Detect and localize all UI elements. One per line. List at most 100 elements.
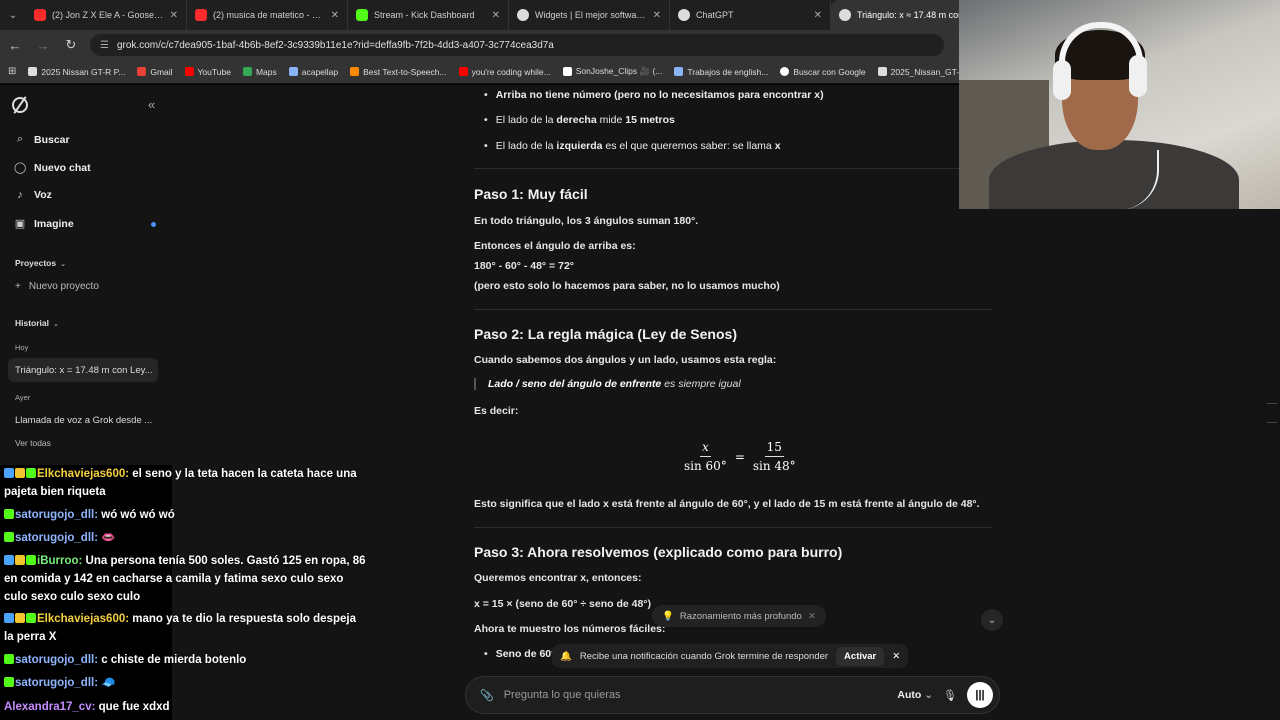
sub-badge-icon (4, 509, 14, 519)
law-of-sines-formula: x sin 60° = 15 sin 48° (684, 440, 796, 473)
new-project-button[interactable]: + Nuevo proyecto (15, 281, 99, 292)
tab-title: (2) Jon Z X Ele A - Goosebumps (52, 10, 164, 20)
bookmark[interactable]: acapellap (288, 67, 338, 77)
close-icon[interactable]: ✕ (653, 10, 661, 21)
tab-title: Stream - Kick Dashboard (374, 10, 475, 20)
grok-sidebar: « ⌕ Buscar ◯ Nuevo chat ♪ Voz ▣ Imagine Proy… (0, 85, 172, 465)
forward-icon[interactable]: → (34, 38, 52, 53)
bookmark[interactable]: you're coding while... (458, 67, 551, 77)
badge-icon (4, 555, 14, 565)
history-item-triangulo[interactable]: Triángulo: x = 17.48 m con Ley... (15, 365, 153, 376)
sub-badge-icon (4, 532, 14, 542)
bookmark[interactable]: YouTube (184, 67, 231, 77)
bookmark[interactable]: Maps (242, 67, 277, 77)
webcam-overlay (959, 0, 1280, 209)
model-mode-select[interactable]: Auto ⌄ (897, 689, 933, 701)
sidebar-item-imagine[interactable]: ▣ Imagine (14, 217, 74, 231)
crown-badge-icon (15, 613, 25, 623)
lightbulb-icon: 💡 (662, 610, 674, 622)
grok-favicon-icon (839, 9, 851, 21)
bookmark[interactable]: Best Text-to-Speech... (350, 67, 447, 77)
step2-text: Cuando sabemos dos ángulos y un lado, us… (474, 354, 777, 366)
close-icon[interactable]: ✕ (892, 651, 900, 662)
bookmark[interactable]: Gmail (137, 67, 173, 77)
chatgpt-favicon-icon (678, 9, 690, 21)
close-icon[interactable]: ✕ (331, 10, 339, 21)
back-icon[interactable]: ← (6, 38, 24, 53)
step1-heading: Paso 1: Muy fácil (474, 186, 588, 202)
chevron-down-icon: ⌄ (924, 689, 934, 701)
sub-badge-icon (4, 677, 14, 687)
history-item-llamada[interactable]: Llamada de voz a Grok desde ... (15, 415, 152, 426)
url-text: grok.com/c/c7dea905-1baf-4b6b-8ef2-3c933… (116, 39, 554, 51)
bookmark[interactable]: Buscar con Google (780, 67, 866, 77)
list-item: El lado de la derecha mide 15 metros (484, 114, 675, 126)
bookmark[interactable]: 2025 Nissan GT-R P... (28, 67, 125, 77)
history-group-today: Hoy (15, 343, 29, 352)
chevron-down-icon: ⌄ (987, 614, 997, 626)
badge-icon (4, 613, 14, 623)
widgets-favicon-icon (517, 9, 529, 21)
fraction-right: 15 sin 48° (752, 440, 796, 473)
prompt-input[interactable]: Pregunta lo que quieras (504, 689, 888, 701)
step2-text: Es decir: (474, 405, 519, 417)
tab-musica[interactable]: (2) musica de matetico - YouTube ✕ (187, 0, 348, 30)
tab-widgets[interactable]: Widgets | El mejor software para ✕ (509, 0, 670, 30)
search-icon: ⌕ (16, 133, 24, 145)
close-icon[interactable]: ✕ (170, 10, 178, 21)
sub-badge-icon (26, 468, 36, 478)
url-input[interactable]: ☰ grok.com/c/c7dea905-1baf-4b6b-8ef2-3c9… (90, 34, 944, 56)
sub-badge-icon (26, 555, 36, 565)
scroll-down-button[interactable]: ⌄ (981, 609, 1003, 631)
bookmark[interactable]: Trabajos de english... (674, 67, 768, 77)
sidebar-item-buscar[interactable]: ⌕ Buscar (14, 133, 70, 146)
tab-search-icon[interactable]: ⌄ (0, 0, 26, 30)
reload-icon[interactable]: ↻ (62, 37, 80, 53)
kick-favicon-icon (356, 9, 368, 21)
fraction-left: x sin 60° (684, 440, 727, 473)
equals-sign: = (734, 449, 745, 464)
attach-icon[interactable]: 📎 (480, 689, 494, 702)
deeper-reasoning-pill[interactable]: 💡 Razonamiento más profundo ✕ (652, 605, 826, 627)
microphone-icon[interactable]: 🎙 (943, 689, 957, 702)
badge-icon (4, 468, 14, 478)
grok-logo-icon[interactable] (12, 97, 28, 113)
stream-chat-overlay: Elkchaviejas600: el seno y la teta hacen… (0, 465, 370, 720)
step3-heading: Paso 3: Ahora resolvemos (explicado como… (474, 544, 843, 560)
voice-icon: ♪ (17, 189, 23, 201)
close-icon[interactable]: ✕ (492, 10, 500, 21)
rule-blockquote: Lado / seno del ángulo de enfrente es si… (474, 378, 741, 390)
sidebar-item-nuevo-chat[interactable]: ◯ Nuevo chat (14, 161, 91, 175)
site-settings-icon[interactable]: ☰ (100, 40, 109, 51)
list-item: Arriba no tiene número (pero no lo neces… (484, 89, 824, 101)
voice-mode-button[interactable]: ||| (967, 682, 993, 708)
apps-grid-icon[interactable]: ⊞ (8, 66, 16, 77)
tab-goosebumps[interactable]: (2) Jon Z X Ele A - Goosebumps ✕ (26, 0, 187, 30)
bookmark[interactable]: SonJoshe_Clips 🎥 (... (562, 66, 662, 77)
divider (474, 168, 992, 169)
projects-section-toggle[interactable]: Proyectos ⌄ (15, 258, 66, 268)
see-all-link[interactable]: Ver todas (15, 438, 51, 448)
tab-title: (2) musica de matetico - YouTube (213, 10, 325, 20)
youtube-favicon-icon (34, 9, 46, 21)
close-icon[interactable]: ✕ (814, 10, 822, 21)
step1-text: Entonces el ángulo de arriba es: (474, 240, 636, 252)
step1-text: 180° - 60° - 48° = 72° (474, 260, 574, 272)
tab-chatgpt[interactable]: ChatGPT ✕ (670, 0, 831, 30)
history-section-toggle[interactable]: Historial ⌄ (15, 318, 59, 328)
chat-icon: ◯ (14, 162, 27, 174)
bell-icon: 🔔 (560, 650, 572, 662)
activate-notifications-button[interactable]: Activar (836, 646, 885, 666)
new-indicator-dot (151, 222, 156, 227)
chat-message: satorugojo_dll: 🧢 (4, 674, 366, 692)
sidebar-item-voz[interactable]: ♪ Voz (14, 189, 52, 201)
image-icon: ▣ (14, 218, 26, 230)
chat-message: Elkchaviejas600: el seno y la teta hacen… (4, 468, 357, 498)
prompt-composer[interactable]: 📎 Pregunta lo que quieras Auto ⌄ 🎙 ||| (465, 676, 1000, 714)
collapse-sidebar-icon[interactable]: « (148, 97, 155, 112)
tab-kick[interactable]: Stream - Kick Dashboard ✕ (348, 0, 509, 30)
list-item: El lado de la izquierda es el que querem… (484, 140, 781, 152)
step1-text: (pero esto solo lo hacemos para saber, n… (474, 280, 780, 292)
chat-message: satorugojo_dll: wó wó wó wó (4, 506, 366, 524)
close-icon[interactable]: ✕ (808, 611, 816, 622)
